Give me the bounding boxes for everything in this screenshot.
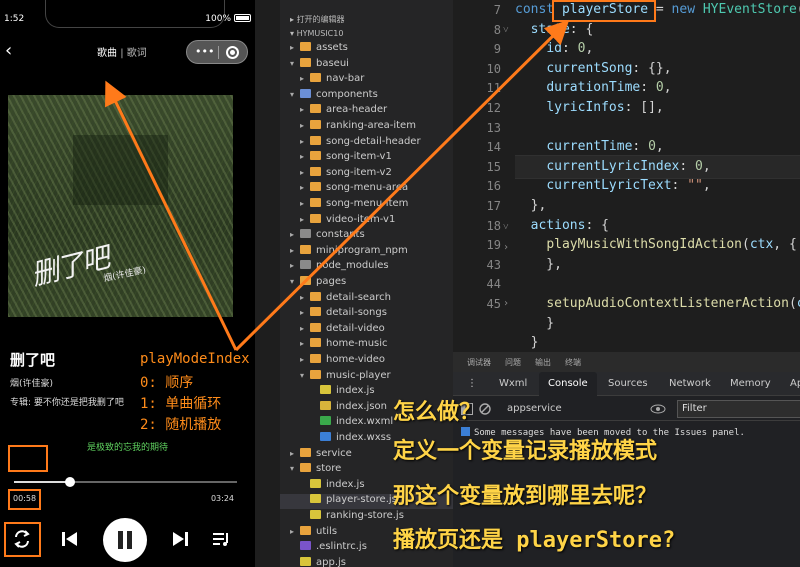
annotation-arrows: [105, 19, 570, 352]
arrow-to-nav: [105, 80, 238, 351]
arrow-to-player-store: [234, 19, 570, 352]
